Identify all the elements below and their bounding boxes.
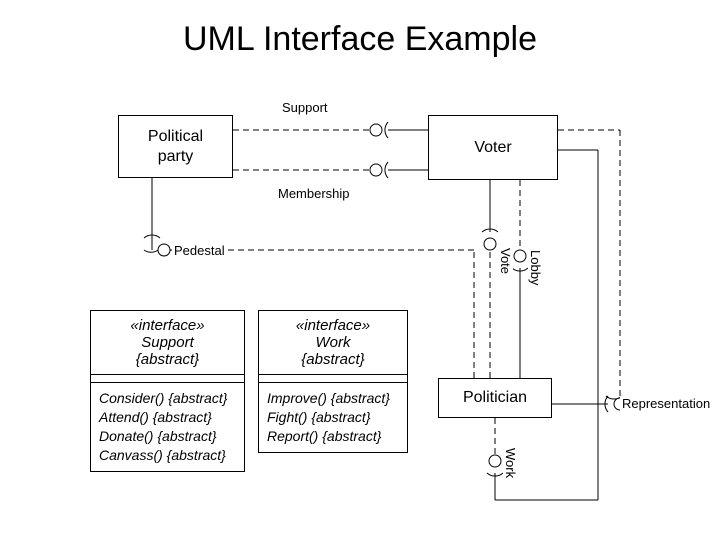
op: Fight() {abstract} <box>267 408 399 427</box>
op: Consider() {abstract} <box>99 389 236 408</box>
page-title: UML Interface Example <box>0 20 720 59</box>
interface-support-constraint: {abstract} <box>95 351 240 368</box>
class-political-party: Political party <box>118 115 233 178</box>
op: Improve() {abstract} <box>267 389 399 408</box>
op: Attend() {abstract} <box>99 408 236 427</box>
class-voter-label: Voter <box>474 138 511 157</box>
class-politician-label: Politician <box>463 388 527 407</box>
label-pedestal: Pedestal <box>172 243 227 258</box>
interface-support-header: «interface» Support {abstract} <box>91 311 244 375</box>
interface-support: «interface» Support {abstract} Consider(… <box>90 310 245 472</box>
interface-work-constraint: {abstract} <box>263 351 403 368</box>
interface-support-attrs <box>91 375 244 383</box>
class-political-party-label: Political party <box>148 127 203 165</box>
label-vote: Vote <box>498 248 513 274</box>
op: Report() {abstract} <box>267 427 399 446</box>
interface-work-header: «interface» Work {abstract} <box>259 311 407 375</box>
interface-work-attrs <box>259 375 407 383</box>
stereotype-label: «interface» <box>95 317 240 334</box>
op: Canvass() {abstract} <box>99 446 236 465</box>
label-lobby: Lobby <box>528 250 543 285</box>
interface-work-ops: Improve() {abstract} Fight() {abstract} … <box>259 383 407 452</box>
interface-support-name: Support <box>95 334 240 351</box>
label-support: Support <box>280 100 330 115</box>
interface-support-ops: Consider() {abstract} Attend() {abstract… <box>91 383 244 471</box>
label-membership: Membership <box>276 186 352 201</box>
stereotype-label: «interface» <box>263 317 403 334</box>
interface-work-name: Work <box>263 334 403 351</box>
label-representation: Representation <box>620 396 712 411</box>
class-politician: Politician <box>438 378 552 418</box>
class-voter: Voter <box>428 115 558 180</box>
op: Donate() {abstract} <box>99 427 236 446</box>
interface-work: «interface» Work {abstract} Improve() {a… <box>258 310 408 453</box>
label-work: Work <box>503 448 518 478</box>
